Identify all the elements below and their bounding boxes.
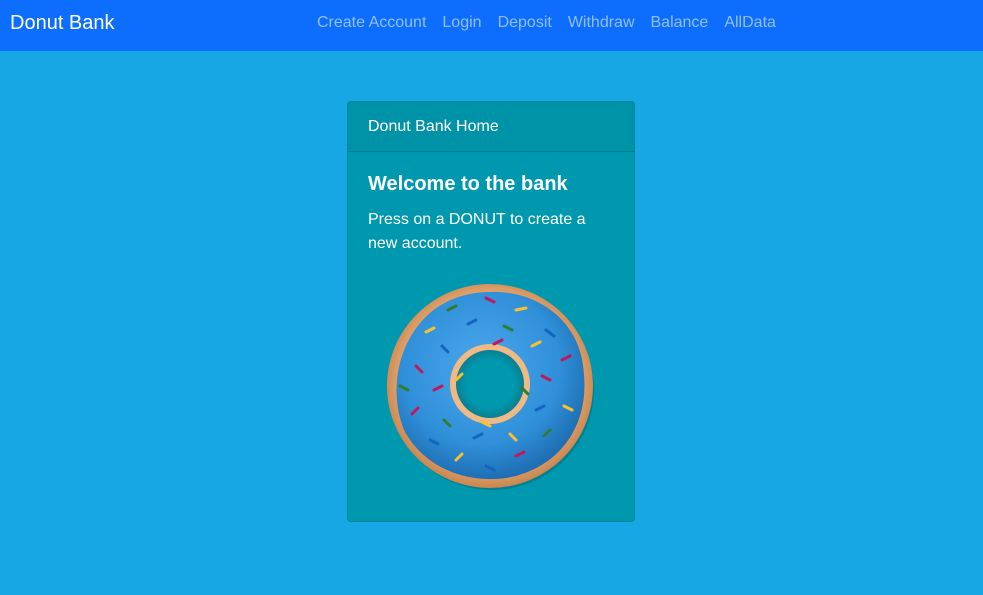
card-body: Welcome to the bank Press on a DONUT to … bbox=[348, 152, 634, 276]
nav-link-alldata[interactable]: AllData bbox=[716, 13, 784, 33]
nav-links: Create Account Login Deposit Withdraw Ba… bbox=[309, 13, 784, 33]
card-text: Press on a DONUT to create a new account… bbox=[368, 211, 586, 252]
navbar: Donut Bank Create Account Login Deposit … bbox=[0, 0, 983, 51]
nav-link-login[interactable]: Login bbox=[434, 13, 489, 33]
home-card: Donut Bank Home Welcome to the bank Pres… bbox=[347, 101, 635, 522]
donut-image-button[interactable] bbox=[386, 280, 598, 492]
brand-link[interactable]: Donut Bank bbox=[10, 11, 115, 35]
nav-link-deposit[interactable]: Deposit bbox=[490, 13, 560, 33]
nav-link-create-account[interactable]: Create Account bbox=[309, 13, 434, 33]
card-header: Donut Bank Home bbox=[348, 102, 634, 152]
donut-icon bbox=[387, 284, 594, 490]
nav-link-balance[interactable]: Balance bbox=[643, 13, 717, 33]
nav-link-withdraw[interactable]: Withdraw bbox=[560, 13, 643, 33]
card-title: Welcome to the bank bbox=[368, 173, 568, 195]
